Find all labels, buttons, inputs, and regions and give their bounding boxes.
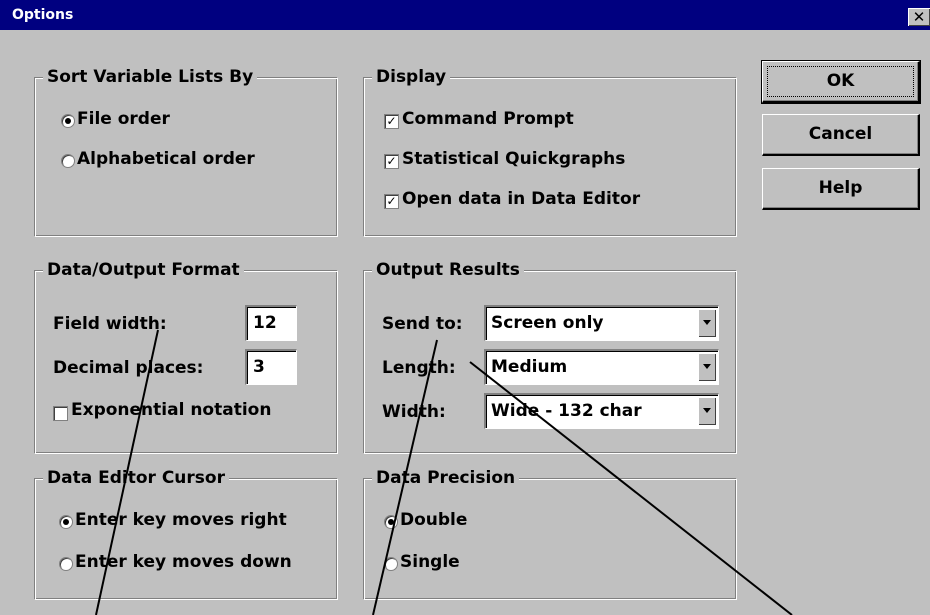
radio-enter-moves-down[interactable] (59, 557, 73, 571)
checkbox-open-data-editor[interactable]: ✓ (384, 194, 399, 209)
display-group-legend: Display (372, 66, 451, 88)
radio-alphabetical-order-label[interactable]: Alphabetical order (77, 148, 255, 170)
chevron-down-icon[interactable] (698, 397, 716, 425)
checkbox-open-data-editor-label[interactable]: Open data in Data Editor (402, 188, 640, 210)
radio-enter-moves-right-label[interactable]: Enter key moves right (75, 509, 287, 531)
checkbox-command-prompt[interactable]: ✓ (384, 114, 399, 129)
field-width-input[interactable]: 12 (245, 305, 297, 341)
radio-double[interactable] (384, 515, 398, 529)
checkbox-exponential-notation[interactable] (53, 406, 68, 421)
window-title: Options (12, 7, 74, 23)
length-select[interactable]: Medium (484, 349, 719, 385)
width-label: Width: (382, 402, 446, 422)
radio-enter-moves-down-label[interactable]: Enter key moves down (75, 551, 292, 573)
output-group-legend: Output Results (372, 259, 524, 281)
radio-alphabetical-order[interactable] (61, 154, 75, 168)
width-value: Wide - 132 char (491, 401, 642, 421)
close-icon[interactable]: ✕ (908, 8, 930, 26)
send-to-value: Screen only (491, 313, 604, 333)
chevron-down-icon[interactable] (698, 353, 716, 381)
field-width-label: Field width: (53, 314, 167, 334)
checkbox-command-prompt-label[interactable]: Command Prompt (402, 108, 574, 130)
output-group: Output Results Send to: Screen only Leng… (363, 259, 737, 454)
radio-double-label[interactable]: Double (400, 509, 467, 531)
decimal-places-label: Decimal places: (53, 358, 204, 378)
radio-enter-moves-right[interactable] (59, 515, 73, 529)
sort-group: Sort Variable Lists By File order Alphab… (34, 66, 338, 237)
checkbox-statistical-quickgraphs-label[interactable]: Statistical Quickgraphs (402, 148, 625, 170)
cursor-group-legend: Data Editor Cursor (43, 467, 229, 489)
radio-single[interactable] (384, 557, 398, 571)
display-group: Display ✓ Command Prompt ✓ Statistical Q… (363, 66, 737, 237)
dialog-body: Sort Variable Lists By File order Alphab… (0, 30, 930, 615)
ok-button[interactable]: OK (761, 60, 921, 104)
width-select[interactable]: Wide - 132 char (484, 393, 719, 429)
chevron-down-icon[interactable] (698, 309, 716, 337)
checkbox-exponential-notation-label[interactable]: Exponential notation (71, 399, 271, 421)
cancel-button[interactable]: Cancel (762, 114, 920, 156)
radio-file-order[interactable] (61, 114, 75, 128)
format-group: Data/Output Format Field width: 12 Decim… (34, 259, 338, 454)
radio-single-label[interactable]: Single (400, 551, 460, 573)
length-value: Medium (491, 357, 568, 377)
decimal-places-input[interactable]: 3 (245, 349, 297, 385)
sort-group-legend: Sort Variable Lists By (43, 66, 258, 88)
help-button[interactable]: Help (762, 168, 920, 210)
format-group-legend: Data/Output Format (43, 259, 244, 281)
checkbox-statistical-quickgraphs[interactable]: ✓ (384, 154, 399, 169)
length-label: Length: (382, 358, 456, 378)
radio-file-order-label[interactable]: File order (77, 108, 170, 130)
cursor-group: Data Editor Cursor Enter key moves right… (34, 467, 338, 600)
send-to-label: Send to: (382, 314, 463, 334)
precision-group-legend: Data Precision (372, 467, 520, 489)
title-bar: Options ✕ (0, 0, 930, 30)
precision-group: Data Precision Double Single (363, 467, 737, 600)
send-to-select[interactable]: Screen only (484, 305, 719, 341)
